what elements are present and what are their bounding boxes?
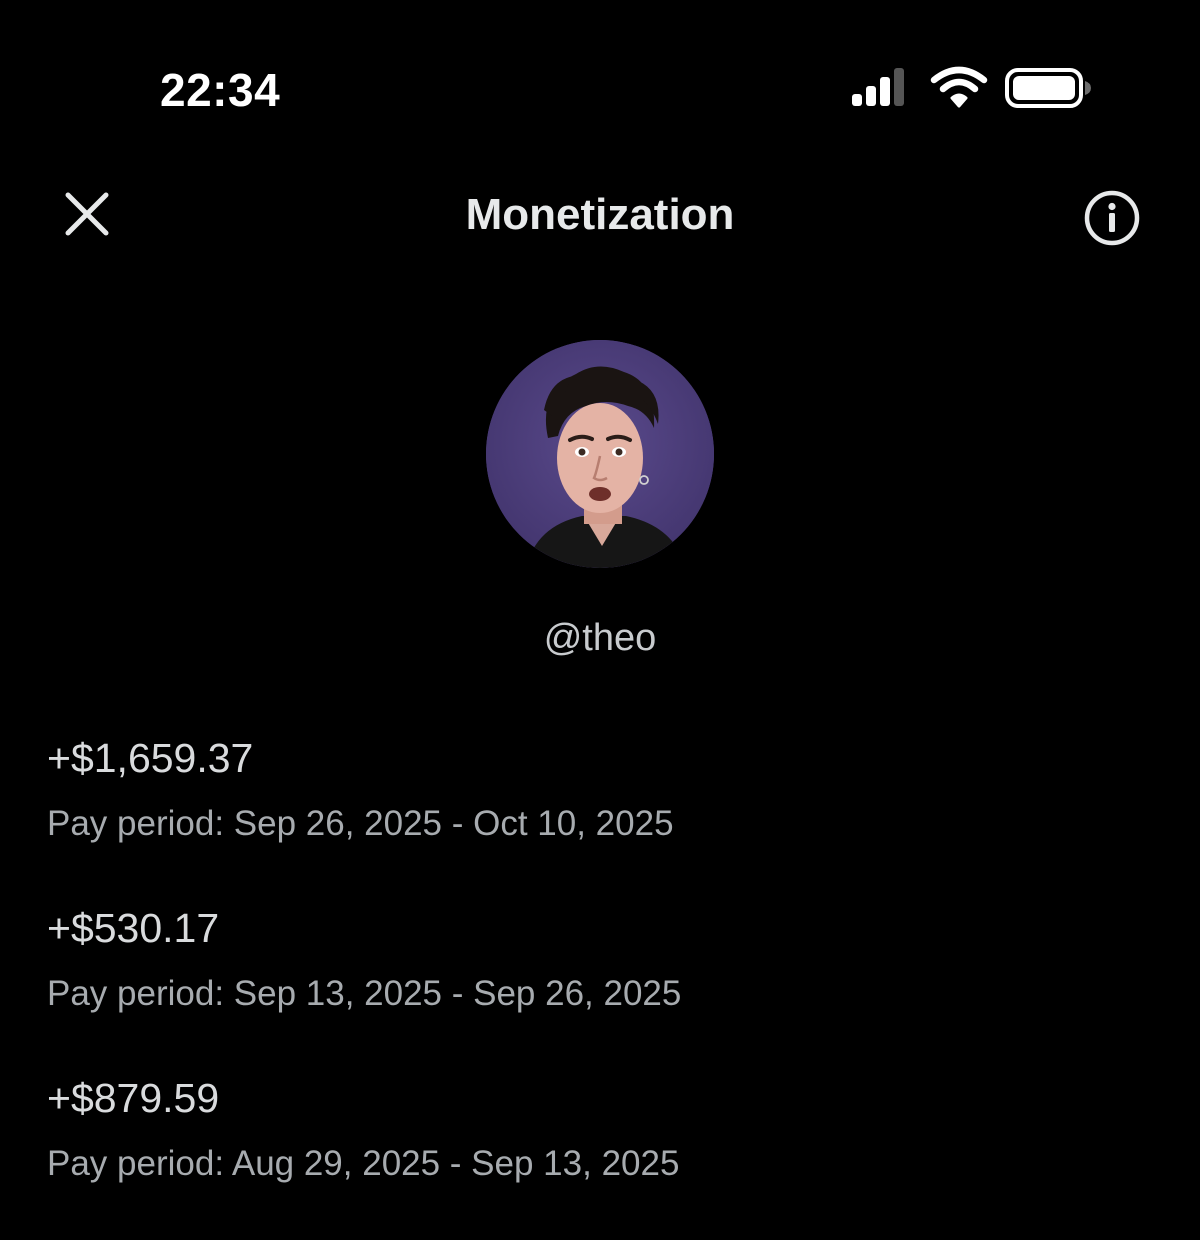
battery-icon bbox=[1005, 68, 1091, 108]
page-title: Monetization bbox=[465, 190, 735, 239]
payout-item: +$1,659.37 Pay period: Sep 26, 2025 - Oc… bbox=[47, 730, 1157, 900]
avatar-image bbox=[486, 340, 714, 568]
avatar bbox=[486, 340, 714, 568]
payout-amount: +$1,659.37 bbox=[47, 735, 254, 781]
user-handle: @theo bbox=[543, 617, 657, 659]
info-icon bbox=[1084, 190, 1140, 246]
status-bar: 22:34 bbox=[0, 0, 1200, 150]
status-time: 22:34 bbox=[160, 64, 281, 116]
payout-period: Pay period: Aug 29, 2025 - Sep 13, 2025 bbox=[47, 1144, 680, 1183]
status-icons bbox=[848, 66, 1098, 110]
payout-period: Pay period: Sep 13, 2025 - Sep 26, 2025 bbox=[47, 974, 682, 1013]
header-bar: Monetization bbox=[0, 170, 1200, 260]
cellular-signal-icon bbox=[852, 68, 904, 106]
payout-item: +$530.17 Pay period: Sep 13, 2025 - Sep … bbox=[47, 900, 1157, 1070]
payout-amount: +$879.59 bbox=[47, 1075, 220, 1121]
payout-item: +$879.59 Pay period: Aug 29, 2025 - Sep … bbox=[47, 1070, 1157, 1240]
wifi-icon bbox=[930, 66, 988, 108]
payout-period: Pay period: Sep 26, 2025 - Oct 10, 2025 bbox=[47, 804, 674, 843]
info-button[interactable] bbox=[1082, 188, 1142, 248]
payout-list: +$1,659.37 Pay period: Sep 26, 2025 - Oc… bbox=[47, 730, 1157, 1240]
payout-amount: +$530.17 bbox=[47, 905, 220, 951]
